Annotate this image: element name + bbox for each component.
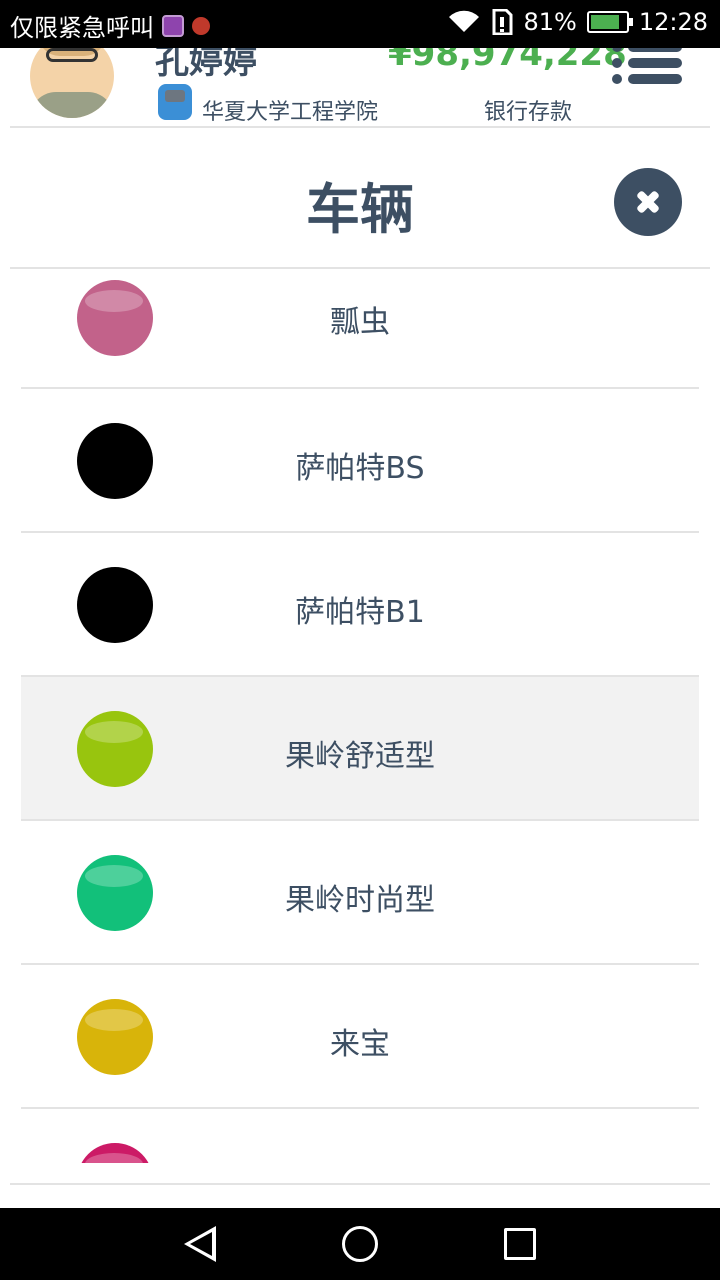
vehicle-item[interactable]: 萨帕特BS [21,389,699,533]
menu-button[interactable] [612,48,684,90]
vehicle-item-selected[interactable]: 果岭舒适型 [21,677,699,821]
vehicle-name: 萨帕特B1 [295,595,425,630]
battery-fill [590,15,619,29]
avatar[interactable] [30,48,114,118]
vehicle-item[interactable]: 萨帕特B1 [21,533,699,677]
vehicle-name: 瓢虫 [330,305,390,340]
vehicle-item[interactable]: 果岭时尚型 [21,821,699,965]
vehicle-item[interactable]: 瓢虫 [21,269,699,389]
account-type-label: 银行存款 [484,100,573,125]
menu-dot [612,48,622,52]
vehicle-name: 果岭舒适型 [285,739,435,774]
vehicle-name: 果岭时尚型 [285,883,435,918]
navigation-bar [0,1208,720,1280]
battery-percent: 81% [523,8,577,36]
gallery-app-icon [162,14,184,37]
emergency-call-text: 仅限紧急呼叫 [10,14,154,42]
menu-bar [628,48,682,52]
vehicle-item[interactable]: 来宝 [21,965,699,1109]
list-bottom-divider [10,1183,710,1185]
header-divider [10,126,710,128]
close-button[interactable] [614,168,682,236]
sim-icon [492,9,513,35]
clock: 12:28 [638,8,708,36]
avatar-shirt [30,92,114,118]
profile-header: 孔婷婷 ¥98,974,228 华夏大学工程学院 银行存款 [0,48,720,128]
color-swatch-icon [77,1143,153,1163]
menu-dot [612,74,622,84]
battery-icon [586,11,633,33]
notification-app-icon [192,16,210,35]
balance-amount: ¥98,974,228 [388,48,627,74]
vehicle-list[interactable]: 瓢虫 萨帕特BS 萨帕特B1 果岭舒适型 果岭时尚型 来宝 [21,269,699,1163]
user-name: 孔婷婷 [155,48,257,82]
menu-dot [612,58,622,68]
school-bag-icon [158,84,192,120]
status-right: 81% 12:28 [447,8,708,36]
back-icon[interactable] [184,1226,216,1262]
status-bar: 仅限紧急呼叫 81% 12:28 [0,0,720,48]
menu-bar [628,58,682,68]
menu-bar [628,74,682,84]
school-name: 华夏大学工程学院 [202,100,379,125]
avatar-glasses [46,48,98,62]
dialog-title: 车辆 [306,178,414,241]
status-left: 仅限紧急呼叫 [10,8,210,43]
recent-apps-icon[interactable] [504,1228,536,1260]
wifi-icon [449,10,480,33]
vehicle-name: 萨帕特BS [295,451,425,486]
vehicle-name: 来宝 [330,1027,390,1062]
home-icon[interactable] [342,1226,378,1262]
vehicle-item[interactable] [21,1109,699,1163]
